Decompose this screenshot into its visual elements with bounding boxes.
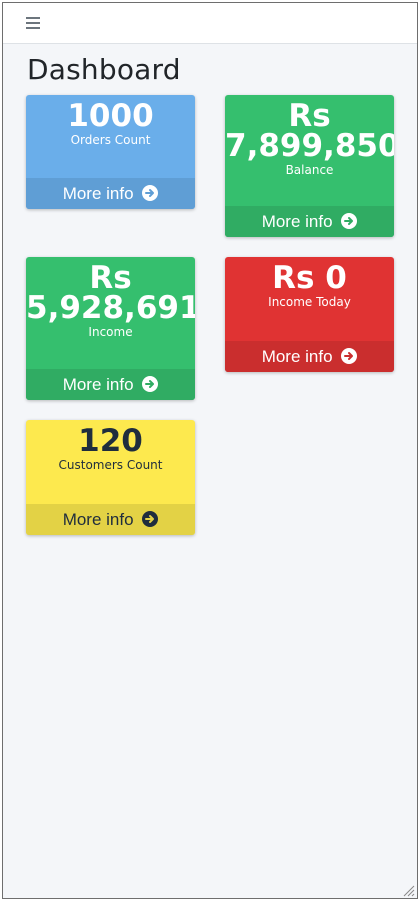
income-more-info-link[interactable]: More info bbox=[26, 369, 195, 400]
hamburger-icon[interactable] bbox=[26, 17, 40, 29]
income-value: Rs 5,928,691 bbox=[26, 260, 195, 326]
income-today-more-info-link[interactable]: More info bbox=[225, 341, 394, 372]
arrow-circle-right-icon bbox=[142, 185, 159, 201]
customers-count-label: Customers Count bbox=[58, 458, 163, 472]
arrow-circle-right-icon bbox=[341, 213, 358, 229]
customers-count-value: 120 bbox=[78, 423, 143, 459]
page-title: Dashboard bbox=[27, 53, 181, 86]
app-frame: Dashboard 1000 Orders Count More info Rs… bbox=[2, 2, 418, 899]
arrow-circle-right-icon bbox=[142, 511, 159, 527]
orders-count-card: 1000 Orders Count More info bbox=[26, 95, 195, 209]
income-label: Income bbox=[88, 325, 133, 339]
arrow-circle-right-icon bbox=[142, 376, 159, 392]
balance-more-info-link[interactable]: More info bbox=[225, 206, 394, 237]
balance-value: Rs 7,899,850 bbox=[225, 98, 394, 164]
orders-count-label: Orders Count bbox=[70, 133, 151, 147]
income-today-value: Rs 0 bbox=[272, 260, 347, 296]
income-today-label: Income Today bbox=[268, 295, 351, 309]
orders-count-value: 1000 bbox=[67, 98, 154, 134]
customers-count-card: 120 Customers Count More info bbox=[26, 420, 195, 535]
arrow-circle-right-icon bbox=[341, 348, 358, 364]
customers-more-info-link[interactable]: More info bbox=[26, 504, 195, 535]
income-today-card: Rs 0 Income Today More info bbox=[225, 257, 394, 372]
income-card: Rs 5,928,691 Income More info bbox=[26, 257, 195, 400]
balance-card: Rs 7,899,850 Balance More info bbox=[225, 95, 394, 237]
balance-label: Balance bbox=[285, 163, 334, 177]
top-navbar bbox=[3, 3, 417, 44]
resize-grip-icon[interactable] bbox=[401, 882, 415, 897]
orders-more-info-link[interactable]: More info bbox=[26, 178, 195, 209]
